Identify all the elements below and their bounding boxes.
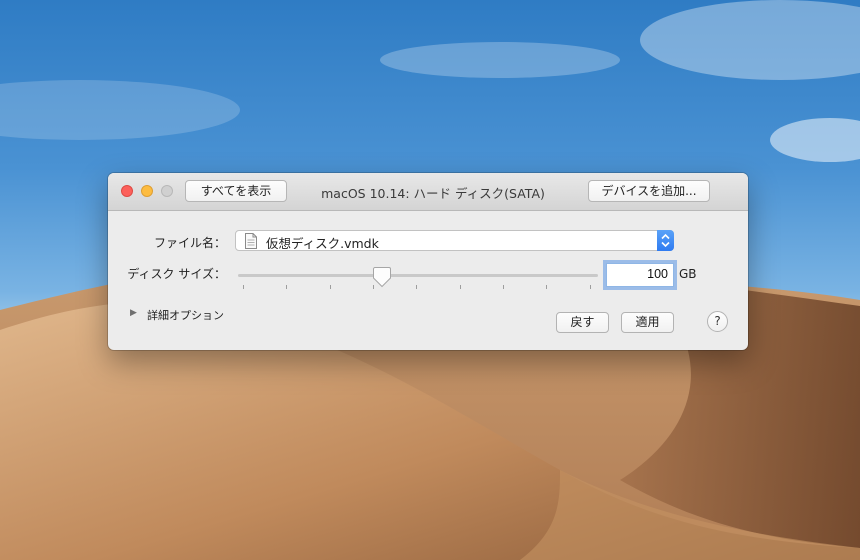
slider-tick — [243, 285, 244, 289]
close-button[interactable] — [121, 185, 133, 197]
popup-chevron-icon[interactable] — [657, 230, 674, 251]
minimize-button[interactable] — [141, 185, 153, 197]
disk-size-unit: GB — [679, 267, 697, 281]
disk-size-slider-knob[interactable] — [372, 266, 392, 288]
revert-button[interactable]: 戻す — [556, 312, 609, 333]
slider-tick — [286, 285, 287, 289]
disk-size-slider-track[interactable] — [238, 274, 598, 277]
apply-button[interactable]: 適用 — [621, 312, 674, 333]
file-name-label: ファイル名： — [153, 236, 226, 250]
disk-settings-window: すべてを表示 macOS 10.14: ハード ディスク(SATA) デバイスを… — [108, 173, 748, 350]
window-title: macOS 10.14: ハード ディスク(SATA) — [321, 186, 545, 201]
disk-size-input[interactable]: 100 — [606, 263, 674, 287]
slider-tick — [503, 285, 504, 289]
slider-tick — [460, 285, 461, 289]
disk-size-label: ディスク サイズ： — [127, 267, 226, 281]
help-button[interactable]: ? — [707, 311, 728, 332]
add-device-button[interactable]: デバイスを追加... — [588, 180, 710, 202]
slider-tick — [546, 285, 547, 289]
file-name-popup[interactable]: 仮想ディスク.vmdk — [235, 230, 674, 251]
slider-tick — [590, 285, 591, 289]
file-name-value: 仮想ディスク.vmdk — [266, 236, 379, 251]
zoom-button — [161, 185, 173, 197]
desktop: すべてを表示 macOS 10.14: ハード ディスク(SATA) デバイスを… — [0, 0, 860, 560]
advanced-options-label[interactable]: 詳細オプション — [147, 307, 224, 323]
slider-tick — [330, 285, 331, 289]
show-all-button[interactable]: すべてを表示 — [185, 180, 287, 202]
titlebar: すべてを表示 macOS 10.14: ハード ディスク(SATA) デバイスを… — [108, 173, 748, 211]
document-icon — [245, 233, 257, 249]
disclosure-triangle-icon[interactable]: ▶ — [130, 308, 137, 318]
slider-tick — [416, 285, 417, 289]
